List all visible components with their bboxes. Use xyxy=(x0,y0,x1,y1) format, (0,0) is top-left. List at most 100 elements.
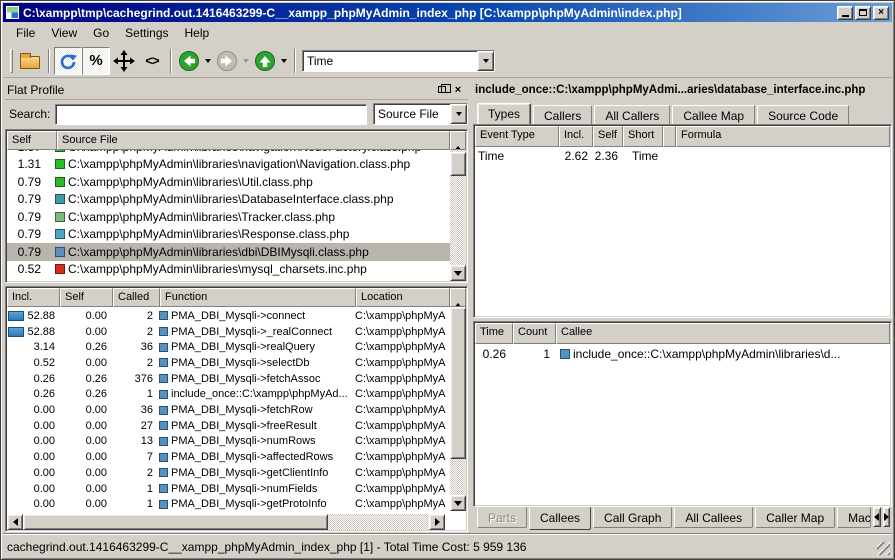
relative-cost-button[interactable]: <> xyxy=(138,47,166,75)
column-header-incl[interactable]: Incl. xyxy=(7,288,60,307)
back-button[interactable] xyxy=(176,48,202,74)
scroll-right-button[interactable] xyxy=(429,514,445,530)
menu-help[interactable]: Help xyxy=(178,24,217,42)
up-button[interactable] xyxy=(252,48,278,74)
function-row[interactable]: 0.260.26376PMA_DBI_Mysqli->fetchAssocC:\… xyxy=(7,371,450,387)
column-header-self[interactable]: Self xyxy=(60,288,113,307)
source-vertical-scrollbar[interactable] xyxy=(450,150,466,281)
column-header-called[interactable]: Called xyxy=(113,288,160,307)
tab-all-callees[interactable]: All Callees xyxy=(674,507,753,528)
menu-settings[interactable]: Settings xyxy=(118,24,175,42)
function-row[interactable]: 0.260.261include_once::C:\xampp\phpMyAd.… xyxy=(7,387,450,403)
column-header-short[interactable]: Short xyxy=(623,126,663,147)
resize-grip[interactable] xyxy=(877,542,890,555)
column-header-self[interactable]: Self xyxy=(593,126,623,147)
location: C:\xampp\phpMyA xyxy=(351,451,450,463)
column-header-location[interactable]: Location xyxy=(356,288,450,307)
expand-areas-button[interactable] xyxy=(110,47,138,75)
function-row[interactable]: 0.000.001PMA_DBI_Mysqli->numFieldsC:\xam… xyxy=(7,481,450,497)
column-header-count[interactable]: Count xyxy=(513,323,556,344)
maximize-button[interactable] xyxy=(855,6,871,20)
event-type-row[interactable]: Time 2.62 2.36 Time xyxy=(474,148,891,164)
file-icon xyxy=(55,229,65,239)
function-row[interactable]: 3.140.2636PMA_DBI_Mysqli->realQueryC:\xa… xyxy=(7,339,450,355)
source-file-row[interactable]: 0.52C:\xampp\phpMyAdmin\libraries\mysql_… xyxy=(7,261,450,279)
function-row[interactable]: 52.880.002PMA_DBI_Mysqli->connectC:\xamp… xyxy=(7,308,450,324)
dropdown-button[interactable] xyxy=(450,104,467,124)
titlebar[interactable]: C:\xampp\tmp\cachegrind.out.1416463299-C… xyxy=(3,3,892,22)
column-header-function[interactable]: Function xyxy=(160,288,356,307)
search-input[interactable] xyxy=(55,104,367,125)
scrollbar-thumb[interactable] xyxy=(450,152,466,176)
tab-call-graph[interactable]: Call Graph xyxy=(593,507,672,528)
source-file-row[interactable]: 0.79C:\xampp\phpMyAdmin\libraries\Util.c… xyxy=(7,173,450,191)
toolbar-handle[interactable] xyxy=(10,49,13,73)
forward-history-dropdown[interactable] xyxy=(240,48,252,74)
function-vertical-scrollbar[interactable] xyxy=(450,307,466,511)
source-file-row[interactable]: 1.31C:\xampp\phpMyAdmin\libraries\naviga… xyxy=(7,156,450,174)
function-row[interactable]: 0.520.002PMA_DBI_Mysqli->selectDbC:\xamp… xyxy=(7,355,450,371)
column-header-formula[interactable]: Formula xyxy=(676,126,890,147)
tab-caller-map[interactable]: Caller Map xyxy=(755,507,835,528)
source-file-row[interactable]: 0.79C:\xampp\phpMyAdmin\libraries\Databa… xyxy=(7,191,450,209)
scroll-up-button[interactable] xyxy=(450,288,466,307)
menu-file[interactable]: File xyxy=(9,24,42,42)
dropdown-button[interactable] xyxy=(477,51,494,71)
back-history-dropdown[interactable] xyxy=(202,48,214,74)
column-header-self[interactable]: Self xyxy=(7,131,57,150)
location: C:\xampp\phpMyA xyxy=(351,388,450,400)
percent-toggle-button[interactable]: % xyxy=(82,47,110,75)
tab-callees[interactable]: Callees xyxy=(529,507,591,530)
menu-view[interactable]: View xyxy=(44,24,84,42)
scroll-up-button[interactable] xyxy=(450,131,466,150)
forward-button[interactable] xyxy=(214,48,240,74)
function-row[interactable]: 0.000.0013PMA_DBI_Mysqli->numRowsC:\xamp… xyxy=(7,434,450,450)
scroll-down-button[interactable] xyxy=(450,495,466,511)
callee-row[interactable]: 0.26 1 include_once::C:\xampp\phpMyAdmin… xyxy=(474,346,891,362)
minimize-button[interactable] xyxy=(837,6,853,20)
tab-scroll-left-button[interactable] xyxy=(873,507,880,527)
open-file-button[interactable] xyxy=(16,47,44,75)
tab-all-callers[interactable]: All Callers xyxy=(594,105,670,125)
event-type-combobox[interactable]: Time xyxy=(302,50,495,72)
incl-cell: 0.00 xyxy=(7,498,55,510)
scroll-down-button[interactable] xyxy=(450,265,466,281)
source-file-row[interactable]: 0.79C:\xampp\phpMyAdmin\libraries\Respon… xyxy=(7,226,450,244)
scrollbar-thumb[interactable] xyxy=(23,514,328,530)
scroll-left-button[interactable] xyxy=(7,514,23,530)
reload-button[interactable] xyxy=(54,47,82,75)
function-row[interactable]: 0.000.001PMA_DBI_Mysqli->getProtoInfoC:\… xyxy=(7,496,450,511)
tab-machine-code[interactable]: Machine xyxy=(837,507,871,528)
function-row[interactable]: 0.000.0036PMA_DBI_Mysqli->fetchRowC:\xam… xyxy=(7,402,450,418)
column-header-callee[interactable]: Callee xyxy=(556,323,890,344)
tab-source-code[interactable]: Source Code xyxy=(757,105,849,125)
location: C:\xampp\phpMyA xyxy=(351,467,450,479)
source-file-row[interactable]: 0.52C:\xampp\phpMyAdmin\libraries\user_p… xyxy=(7,278,450,281)
close-button[interactable]: × xyxy=(873,6,889,20)
chevron-down-icon xyxy=(456,112,462,116)
column-header-time[interactable]: Time xyxy=(475,323,513,344)
function-icon xyxy=(159,327,168,336)
source-file-row[interactable]: 0.79C:\xampp\phpMyAdmin\libraries\Tracke… xyxy=(7,208,450,226)
tab-types[interactable]: Types xyxy=(477,103,531,125)
function-row[interactable]: 52.880.002PMA_DBI_Mysqli->_realConnectC:… xyxy=(7,324,450,340)
function-row[interactable]: 0.000.0027PMA_DBI_Mysqli->freeResultC:\x… xyxy=(7,418,450,434)
flat-profile-dock-header[interactable]: Flat Profile × xyxy=(5,80,468,100)
function-horizontal-scrollbar[interactable] xyxy=(7,514,445,530)
tab-callers[interactable]: Callers xyxy=(533,105,592,125)
tab-scroll-right-button[interactable] xyxy=(883,507,890,527)
column-header-event-type[interactable]: Event Type xyxy=(475,126,559,147)
source-file-row[interactable]: 0.79C:\xampp\phpMyAdmin\libraries\dbi\DB… xyxy=(7,243,450,261)
column-header-blank[interactable] xyxy=(663,126,676,147)
function-row[interactable]: 0.000.007PMA_DBI_Mysqli->affectedRowsC:\… xyxy=(7,449,450,465)
column-header-incl[interactable]: Incl. xyxy=(559,126,593,147)
grouping-combobox[interactable]: Source File xyxy=(373,103,468,125)
scrollbar-thumb[interactable] xyxy=(450,307,466,459)
function-row[interactable]: 0.000.002PMA_DBI_Mysqli->getClientInfoC:… xyxy=(7,465,450,481)
dock-close-button[interactable]: × xyxy=(450,83,466,97)
column-header-source-file[interactable]: Source File xyxy=(57,131,450,150)
dock-float-button[interactable] xyxy=(434,83,450,97)
up-history-dropdown[interactable] xyxy=(278,48,290,74)
menu-go[interactable]: Go xyxy=(86,24,116,42)
tab-callee-map[interactable]: Callee Map xyxy=(672,105,755,125)
